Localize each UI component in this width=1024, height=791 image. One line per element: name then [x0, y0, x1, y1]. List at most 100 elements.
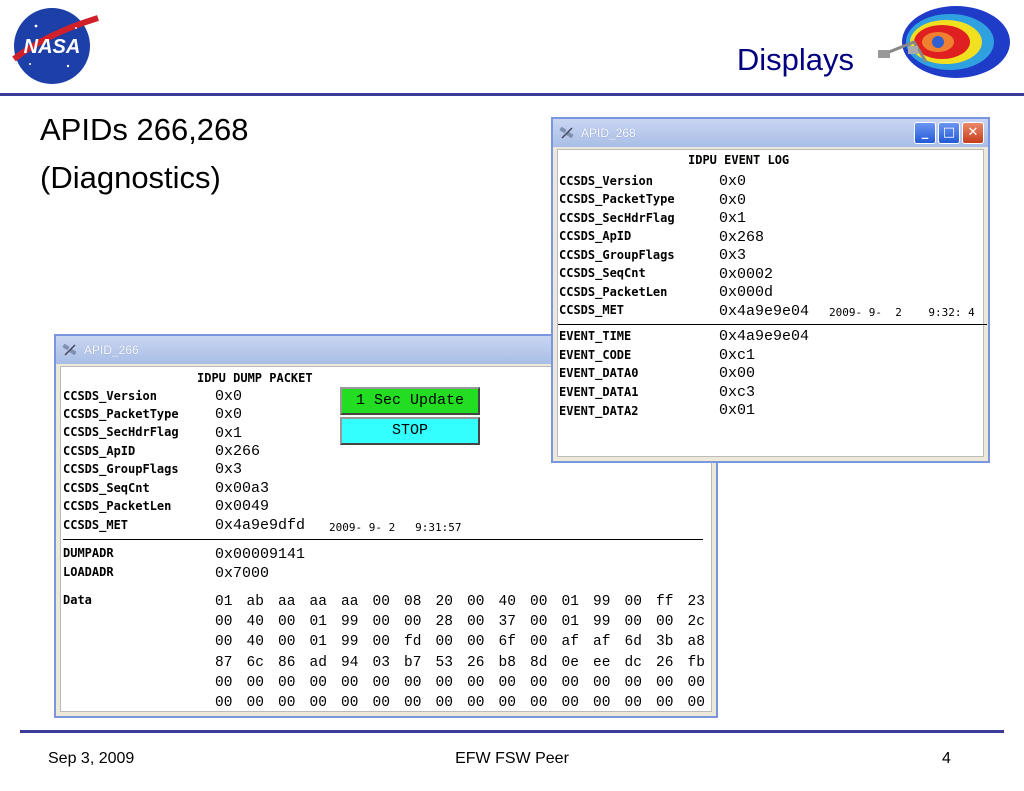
data-byte: ff: [656, 594, 674, 611]
data-byte: 00: [435, 695, 453, 712]
data-byte: 6c: [246, 654, 264, 671]
data-byte: 08: [404, 594, 422, 611]
data-byte: 00: [624, 594, 642, 611]
field-label: CCSDS_MET: [63, 518, 129, 532]
data-byte: 00: [404, 674, 422, 691]
apid-268-window[interactable]: APID_268 _ □ ✕ IDPU EVENT LOG CCSDS_Vers…: [551, 117, 990, 463]
data-byte: ad: [309, 654, 327, 671]
data-byte: 00: [278, 674, 296, 691]
data-byte: 00: [530, 695, 548, 712]
data-byte: 6f: [498, 634, 516, 651]
data-byte: aa: [278, 594, 296, 611]
data-byte: 00: [341, 674, 359, 691]
data-byte: 00: [372, 634, 390, 651]
maximize-icon[interactable]: □: [938, 122, 960, 144]
data-label: Data: [63, 593, 92, 607]
data-hex-grid: 01 ab aa aa aa 00 08 20 00 40 00 01 99 00 ff 23 00 40 00 01…: [215, 592, 719, 713]
event-label: EVENT_CODE: [559, 348, 632, 362]
field-label: CCSDS_GroupFlags: [559, 248, 675, 262]
data-byte: 99: [341, 634, 359, 651]
data-byte: 40: [246, 634, 264, 651]
magnetosphere-image: [878, 6, 1010, 78]
nasa-logo: NASA: [12, 8, 99, 84]
separator: [558, 324, 987, 325]
data-byte: 28: [435, 614, 453, 631]
data-row: 87 6c 86 ad 94 03 b7 53 26 b8 8d 0e ee dc 26 fb: [215, 653, 719, 673]
window-title: APID_268: [581, 126, 636, 140]
field-value: 0x0049: [215, 498, 270, 515]
data-byte: 00: [687, 674, 705, 691]
event-value: 0xc3: [719, 384, 756, 401]
field-label: CCSDS_PacketLen: [559, 285, 668, 299]
window-body: IDPU EVENT LOG CCSDS_Version 0x0 CCSDS_P…: [557, 149, 987, 457]
event-label: EVENT_TIME: [559, 329, 632, 343]
slide-heading: APIDs 266,268: [40, 112, 249, 147]
page-number: 4: [942, 750, 951, 767]
data-byte: 00: [687, 695, 705, 712]
satellite-icon: [62, 343, 77, 356]
separator: [63, 539, 703, 540]
data-byte: 8d: [530, 654, 548, 671]
panel-title: IDPU DUMP PACKET: [197, 371, 313, 385]
data-byte: 00: [467, 594, 485, 611]
slide-subheading: (Diagnostics): [40, 160, 221, 195]
window-titlebar[interactable]: APID_268 _ □ ✕: [553, 119, 988, 147]
data-byte: 01: [561, 594, 579, 611]
data-row: 00 00 00 00 00 00 00 00 00 00 00 00 00 00 00 00: [215, 693, 719, 713]
data-byte: ee: [593, 654, 611, 671]
data-byte: 00: [467, 614, 485, 631]
stop-button[interactable]: STOP: [340, 417, 480, 445]
data-byte: dc: [624, 654, 642, 671]
data-row: 00 00 00 00 00 00 00 00 00 00 00 00 00 00 00 00: [215, 673, 719, 693]
data-byte: 00: [593, 674, 611, 691]
data-byte: 01: [561, 614, 579, 631]
field-value: 0x000d: [719, 284, 774, 301]
data-byte: 00: [656, 695, 674, 712]
data-byte: 00: [372, 674, 390, 691]
data-byte: 3b: [656, 634, 674, 651]
field-label: CCSDS_GroupFlags: [63, 462, 179, 476]
data-byte: 00: [593, 695, 611, 712]
field-value: 0x00a3: [215, 480, 270, 497]
field-label: CCSDS_SeqCnt: [63, 481, 150, 495]
data-byte: 00: [372, 614, 390, 631]
minimize-icon[interactable]: _: [914, 122, 936, 144]
data-byte: 00: [624, 614, 642, 631]
data-byte: 00: [656, 614, 674, 631]
data-byte: 00: [498, 674, 516, 691]
field-label: CCSDS_ApID: [559, 229, 632, 243]
data-row: 00 40 00 01 99 00 fd 00 00 6f 00 af af 6d 3b a8: [215, 632, 719, 652]
met-time: 2009- 9- 2 9:31:57: [329, 521, 462, 534]
data-byte: 99: [593, 594, 611, 611]
data-byte: 99: [593, 614, 611, 631]
footer-rule: [20, 730, 1004, 733]
field-value: 0x268: [719, 229, 765, 246]
field-value: 0x0: [215, 406, 243, 423]
field-value: 0x3: [215, 461, 243, 478]
field-value: 0x266: [215, 443, 261, 460]
data-byte: 01: [309, 614, 327, 631]
data-byte: 01: [309, 634, 327, 651]
data-byte: 87: [215, 654, 233, 671]
data-byte: 00: [530, 594, 548, 611]
data-byte: 2c: [687, 614, 705, 631]
window-controls: _ □ ✕: [914, 122, 984, 144]
data-byte: b7: [404, 654, 422, 671]
data-byte: 00: [467, 695, 485, 712]
met-time: 2009- 9- 2 9:32: 4: [829, 306, 975, 319]
field-value: 0x3: [719, 247, 747, 264]
field-label: CCSDS_SecHdrFlag: [559, 211, 675, 225]
data-byte: 00: [404, 614, 422, 631]
dumpadr-value: 0x00009141: [215, 546, 306, 563]
field-value: 0x0002: [719, 266, 774, 283]
data-byte: 00: [435, 674, 453, 691]
field-value: 0x0: [719, 192, 747, 209]
data-byte: 00: [215, 674, 233, 691]
data-byte: 00: [309, 695, 327, 712]
data-byte: fd: [404, 634, 422, 651]
update-button[interactable]: 1 Sec Update: [340, 387, 480, 415]
data-byte: 00: [246, 674, 264, 691]
slide-title: Displays: [736, 42, 854, 77]
field-label: CCSDS_SecHdrFlag: [63, 425, 179, 439]
close-icon[interactable]: ✕: [962, 122, 984, 144]
